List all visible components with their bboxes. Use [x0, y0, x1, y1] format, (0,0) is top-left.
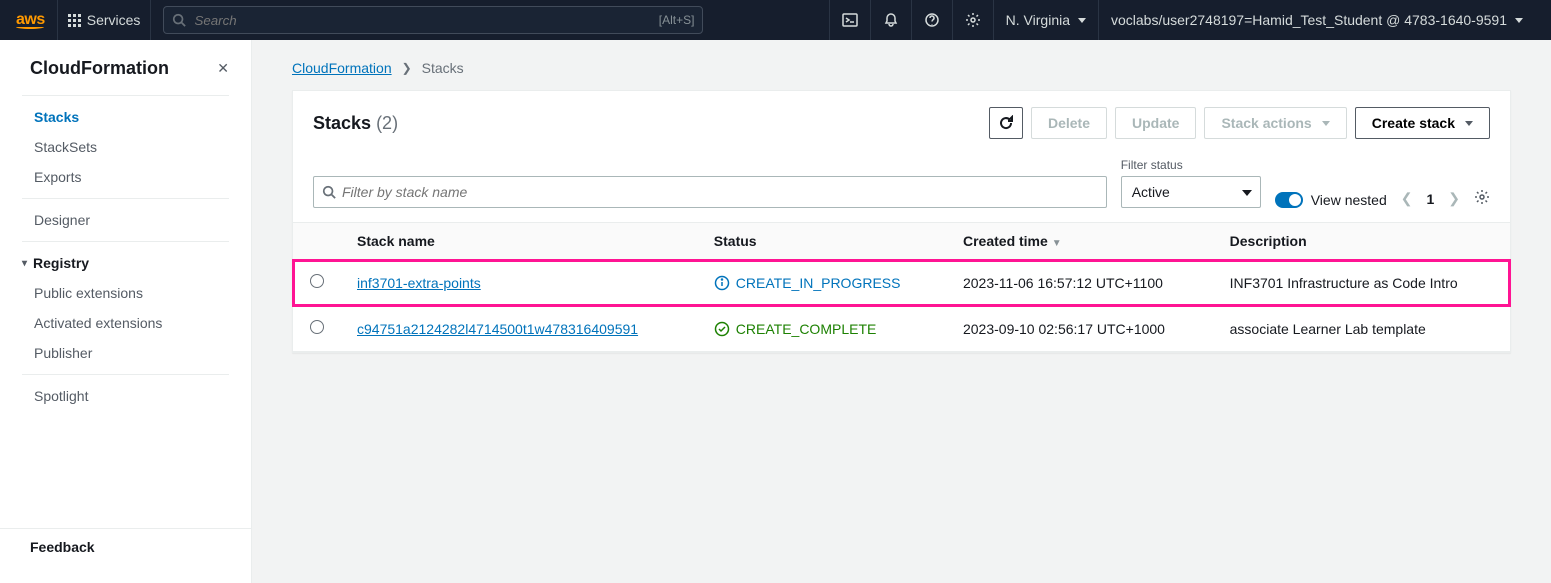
info-icon	[714, 275, 730, 291]
breadcrumb-current: Stacks	[422, 60, 464, 76]
nav-publisher[interactable]: Publisher	[0, 338, 251, 368]
delete-button[interactable]: Delete	[1031, 107, 1107, 139]
panel-title: Stacks (2)	[313, 113, 398, 134]
stacks-table: Stack name Status Created time▼ Descript…	[293, 222, 1510, 352]
row-radio[interactable]	[310, 274, 324, 288]
row-radio[interactable]	[310, 320, 324, 334]
toggle-switch-icon	[1275, 192, 1303, 208]
col-select	[293, 223, 341, 260]
caret-down-icon	[1078, 18, 1086, 23]
top-nav: aws Services [Alt+S] N. Virginia voclabs…	[0, 0, 1551, 40]
col-status[interactable]: Status	[698, 223, 947, 260]
col-name[interactable]: Stack name	[341, 223, 698, 260]
sidebar-title: CloudFormation	[30, 58, 169, 79]
cloudshell-icon	[842, 12, 858, 28]
view-nested-toggle[interactable]: View nested	[1275, 192, 1387, 208]
refresh-button[interactable]	[989, 107, 1023, 139]
caret-down-icon	[1465, 121, 1473, 126]
search-shortcut: [Alt+S]	[659, 13, 695, 27]
filter-input-wrapper	[313, 176, 1107, 208]
region-label: N. Virginia	[1006, 12, 1070, 28]
notifications-button[interactable]	[870, 0, 911, 40]
help-icon	[924, 12, 940, 28]
description: associate Learner Lab template	[1214, 306, 1510, 352]
filter-status-select[interactable]: Active	[1121, 176, 1261, 208]
description: INF3701 Infrastructure as Code Intro	[1214, 260, 1510, 306]
topnav-right: N. Virginia voclabs/user2748197=Hamid_Te…	[829, 0, 1535, 40]
breadcrumb-root[interactable]: CloudFormation	[292, 60, 392, 76]
created-time: 2023-11-06 16:57:12 UTC+1100	[947, 260, 1214, 306]
view-nested-label: View nested	[1311, 192, 1387, 208]
table-row[interactable]: c94751a2124282l4714500t1w478316409591 CRE…	[293, 306, 1510, 352]
nav-designer[interactable]: Designer	[0, 205, 251, 235]
stack-name-link[interactable]: inf3701-extra-points	[357, 275, 481, 291]
table-settings-button[interactable]	[1474, 189, 1490, 208]
col-created[interactable]: Created time▼	[947, 223, 1214, 260]
status-text: CREATE_IN_PROGRESS	[736, 275, 901, 291]
settings-button[interactable]	[952, 0, 993, 40]
status-text: CREATE_COMPLETE	[736, 321, 877, 337]
stack-name-link[interactable]: c94751a2124282l4714500t1w478316409591	[357, 321, 638, 337]
refresh-icon	[998, 115, 1014, 131]
nav-stacks[interactable]: Stacks	[0, 102, 251, 132]
created-time: 2023-09-10 02:56:17 UTC+1000	[947, 306, 1214, 352]
region-selector[interactable]: N. Virginia	[993, 0, 1098, 40]
chevron-right-icon: ❯	[402, 61, 412, 75]
create-stack-button[interactable]: Create stack	[1355, 107, 1490, 139]
nav-registry[interactable]: Registry	[0, 248, 251, 278]
bell-icon	[883, 12, 899, 28]
account-label: voclabs/user2748197=Hamid_Test_Student @…	[1111, 12, 1507, 28]
sort-desc-icon: ▼	[1052, 238, 1062, 249]
gear-icon	[1474, 189, 1490, 205]
nav-stacksets[interactable]: StackSets	[0, 132, 251, 162]
page-prev-button[interactable]: ❮	[1401, 190, 1413, 207]
search-box[interactable]: [Alt+S]	[163, 6, 703, 34]
help-button[interactable]	[911, 0, 952, 40]
aws-logo[interactable]: aws	[16, 11, 45, 29]
filter-input[interactable]	[342, 184, 1098, 200]
nav-exports[interactable]: Exports	[0, 162, 251, 192]
feedback-link[interactable]: Feedback	[0, 528, 251, 565]
services-label: Services	[87, 12, 141, 28]
search-icon	[172, 13, 186, 27]
account-menu[interactable]: voclabs/user2748197=Hamid_Test_Student @…	[1098, 0, 1535, 40]
table-row[interactable]: inf3701-extra-points CREATE_IN_PROGRESS 20…	[293, 260, 1510, 306]
panel-actions: Delete Update Stack actions Create stack	[989, 107, 1490, 139]
page-number: 1	[1426, 191, 1434, 207]
filter-status-label: Filter status	[1121, 158, 1261, 172]
cloudshell-button[interactable]	[829, 0, 870, 40]
sidebar: CloudFormation ✕ Stacks StackSets Export…	[0, 40, 252, 583]
gear-icon	[965, 12, 981, 28]
caret-down-icon	[1322, 121, 1330, 126]
stack-actions-button[interactable]: Stack actions	[1204, 107, 1346, 139]
main-content: CloudFormation ❯ Stacks Stacks (2) Delet…	[252, 40, 1551, 583]
nav-activated-extensions[interactable]: Activated extensions	[0, 308, 251, 338]
services-menu[interactable]: Services	[57, 0, 152, 40]
caret-down-icon	[1515, 18, 1523, 23]
search-input[interactable]	[194, 13, 650, 28]
update-button[interactable]: Update	[1115, 107, 1196, 139]
check-circle-icon	[714, 321, 730, 337]
search-icon	[322, 185, 336, 199]
stacks-panel: Stacks (2) Delete Update Stack actions C…	[292, 90, 1511, 353]
nav-public-extensions[interactable]: Public extensions	[0, 278, 251, 308]
breadcrumb: CloudFormation ❯ Stacks	[292, 56, 1511, 90]
close-sidebar-button[interactable]: ✕	[217, 60, 229, 77]
nav-spotlight[interactable]: Spotlight	[0, 381, 251, 411]
page-next-button[interactable]: ❯	[1448, 190, 1460, 207]
col-description[interactable]: Description	[1214, 223, 1510, 260]
grid-icon	[68, 14, 81, 27]
